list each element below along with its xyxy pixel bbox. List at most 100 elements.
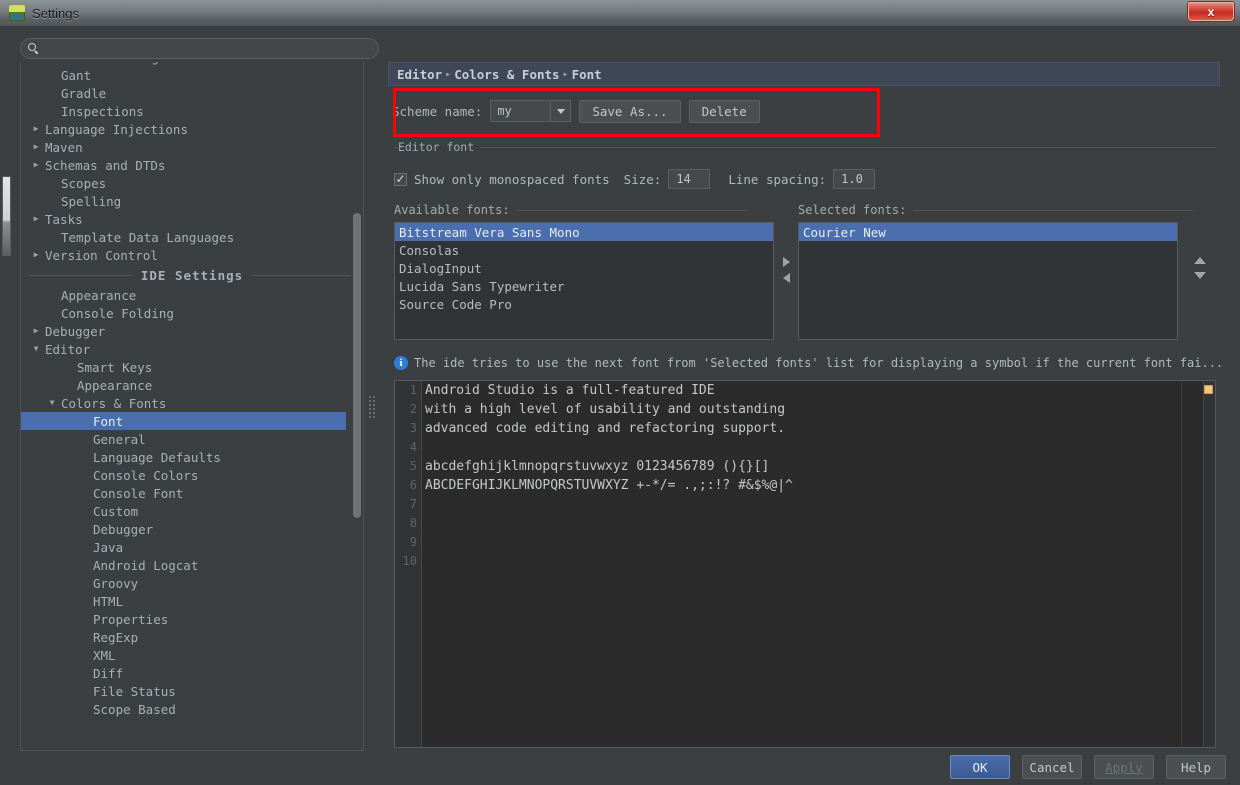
- sidebar-item-colors-fonts[interactable]: ▼ Colors & Fonts: [21, 394, 363, 412]
- panel-splitter-handle[interactable]: [368, 394, 376, 420]
- chevron-down-icon[interactable]: ▼: [45, 399, 59, 407]
- scheme-name-dropdown[interactable]: my: [490, 100, 572, 122]
- gutter-border: [421, 381, 422, 747]
- sidebar-item-scope-based[interactable]: Scope Based: [21, 700, 363, 718]
- sidebar-item-version-control[interactable]: ▶ Version Control: [21, 246, 363, 264]
- sidebar-item-debugger[interactable]: Debugger: [21, 520, 363, 538]
- sidebar-item-smart-keys[interactable]: Smart Keys: [21, 358, 363, 376]
- sidebar-item-diff[interactable]: Diff: [21, 664, 363, 682]
- move-left-icon[interactable]: [782, 273, 790, 283]
- preview-code-line: Android Studio is a full-featured IDE: [425, 383, 715, 398]
- sidebar-item-inspections[interactable]: Inspections: [21, 102, 363, 120]
- font-size-input[interactable]: 14: [668, 169, 711, 189]
- sidebar-item-label: Appearance: [77, 377, 153, 393]
- sidebar-item-console-colors[interactable]: Console Colors: [21, 466, 363, 484]
- checkmark-icon: ✓: [395, 172, 406, 186]
- group-divider: [394, 147, 1216, 148]
- sidebar-item-xml[interactable]: XML: [21, 646, 363, 664]
- move-down-icon[interactable]: [1194, 272, 1206, 279]
- breadcrumb-part-2[interactable]: Colors & Fonts: [454, 67, 559, 82]
- show-only-monospaced-label[interactable]: Show only monospaced fonts: [414, 172, 610, 187]
- preview-marker-strip[interactable]: [1203, 381, 1215, 747]
- sidebar-item-language-injections[interactable]: ▶ Language Injections: [21, 120, 363, 138]
- list-item[interactable]: Courier New: [799, 223, 1177, 241]
- chevron-right-icon[interactable]: ▶: [29, 251, 43, 259]
- sidebar-item-console-font[interactable]: Console Font: [21, 484, 363, 502]
- footer-button-group: OK Cancel Apply Help: [950, 755, 1226, 779]
- list-item[interactable]: Lucida Sans Typewriter: [395, 277, 773, 295]
- chevron-down-icon[interactable]: ▼: [29, 345, 43, 353]
- sidebar-item-schemas-and-dtds[interactable]: ▶ Schemas and DTDs: [21, 156, 363, 174]
- window-edge-scrollbar[interactable]: [2, 176, 11, 256]
- breadcrumb-part-1[interactable]: Editor: [397, 67, 442, 82]
- sidebar-item-appearance[interactable]: Appearance: [21, 376, 363, 394]
- sidebar-item-gant[interactable]: Gant: [21, 66, 363, 84]
- sidebar-item-editor[interactable]: ▼ Editor: [21, 340, 363, 358]
- help-button[interactable]: Help: [1166, 755, 1226, 779]
- delete-button[interactable]: Delete: [688, 99, 760, 123]
- sidebar-item-properties[interactable]: Properties: [21, 610, 363, 628]
- warning-marker-icon[interactable]: [1204, 385, 1213, 394]
- font-preview-editor[interactable]: 1 2 3 4 5 6 7 8 9 10 Android Studio is a full-fea…: [394, 380, 1216, 748]
- sidebar-item-custom[interactable]: Custom: [21, 502, 363, 520]
- sidebar-item-console-folding[interactable]: Console Folding: [21, 304, 363, 322]
- sidebar-section-separator: IDE Settings: [21, 264, 363, 286]
- sidebar-item-general[interactable]: General: [21, 430, 363, 448]
- sidebar-item-spelling[interactable]: Spelling: [21, 192, 363, 210]
- ok-button[interactable]: OK: [950, 755, 1010, 779]
- sidebar-item-maven[interactable]: ▶ Maven: [21, 138, 363, 156]
- move-up-icon[interactable]: [1194, 257, 1206, 264]
- list-item[interactable]: DialogInput: [395, 259, 773, 277]
- line-spacing-input[interactable]: 1.0: [833, 169, 876, 189]
- font-lists-area: Available fonts: Bitstream Vera Sans Mon…: [394, 202, 1216, 342]
- chevron-right-icon[interactable]: ▶: [29, 215, 43, 223]
- selected-fonts-list[interactable]: Courier New: [798, 222, 1178, 340]
- sidebar-item-android-logcat[interactable]: Android Logcat: [21, 556, 363, 574]
- sidebar-item-debugger[interactable]: ▶ Debugger: [21, 322, 363, 340]
- sidebar-item-regexp[interactable]: RegExp: [21, 628, 363, 646]
- sidebar-item-gradle[interactable]: Gradle: [21, 84, 363, 102]
- available-fonts-caption-row: Available fonts:: [394, 202, 774, 218]
- tree-scrollbar-thumb[interactable]: [353, 213, 361, 518]
- sidebar-item-appearance[interactable]: Appearance: [21, 286, 363, 304]
- tree-scrollbar[interactable]: [351, 63, 362, 750]
- chevron-right-icon[interactable]: ▶: [29, 125, 43, 133]
- list-item[interactable]: Consolas: [395, 241, 773, 259]
- sidebar-item-label: Debugger: [93, 521, 154, 537]
- list-item[interactable]: Bitstream Vera Sans Mono: [395, 223, 773, 241]
- available-fonts-list[interactable]: Bitstream Vera Sans Mono Consolas DialogIn…: [394, 222, 774, 340]
- list-item[interactable]: Source Code Pro: [395, 295, 773, 313]
- scheme-name-value: my: [497, 104, 512, 118]
- breadcrumb-part-3[interactable]: Font: [572, 67, 602, 82]
- chevron-down-icon[interactable]: [550, 101, 570, 121]
- sidebar-item-groovy[interactable]: Groovy: [21, 574, 363, 592]
- show-only-monospaced-checkbox[interactable]: ✓: [394, 172, 407, 186]
- sidebar-item-file-status[interactable]: File Status: [21, 682, 363, 700]
- sidebar-item-language-defaults[interactable]: Language Defaults: [21, 448, 363, 466]
- search-input[interactable]: [45, 41, 365, 56]
- sidebar-item-html[interactable]: HTML: [21, 592, 363, 610]
- sidebar-item-font[interactable]: Font: [21, 412, 346, 430]
- close-icon[interactable]: x: [1188, 2, 1234, 21]
- search-field-wrapper[interactable]: [20, 38, 379, 59]
- sidebar-item-scopes[interactable]: Scopes: [21, 174, 363, 192]
- sidebar-item-label: Font: [93, 413, 124, 429]
- right-margin-guide: [1181, 381, 1182, 747]
- sidebar-item-tasks[interactable]: ▶ Tasks: [21, 210, 363, 228]
- sidebar-item-template-data-languages[interactable]: Template Data Languages: [21, 228, 363, 246]
- os-window-frame: Settings x File Encodings Gant Gradle In…: [0, 0, 1240, 785]
- move-font-buttons: [778, 257, 794, 301]
- save-as-button[interactable]: Save As...: [579, 99, 681, 123]
- sidebar-item-java[interactable]: Java: [21, 538, 363, 556]
- chevron-right-icon[interactable]: ▶: [29, 143, 43, 151]
- editor-font-group: Editor font: [394, 140, 1216, 162]
- cancel-button[interactable]: Cancel: [1022, 755, 1082, 779]
- move-right-icon[interactable]: [782, 257, 790, 267]
- chevron-right-icon[interactable]: ▶: [29, 161, 43, 169]
- chevron-right-icon[interactable]: ▶: [29, 327, 43, 335]
- caption-divider: [913, 209, 1194, 211]
